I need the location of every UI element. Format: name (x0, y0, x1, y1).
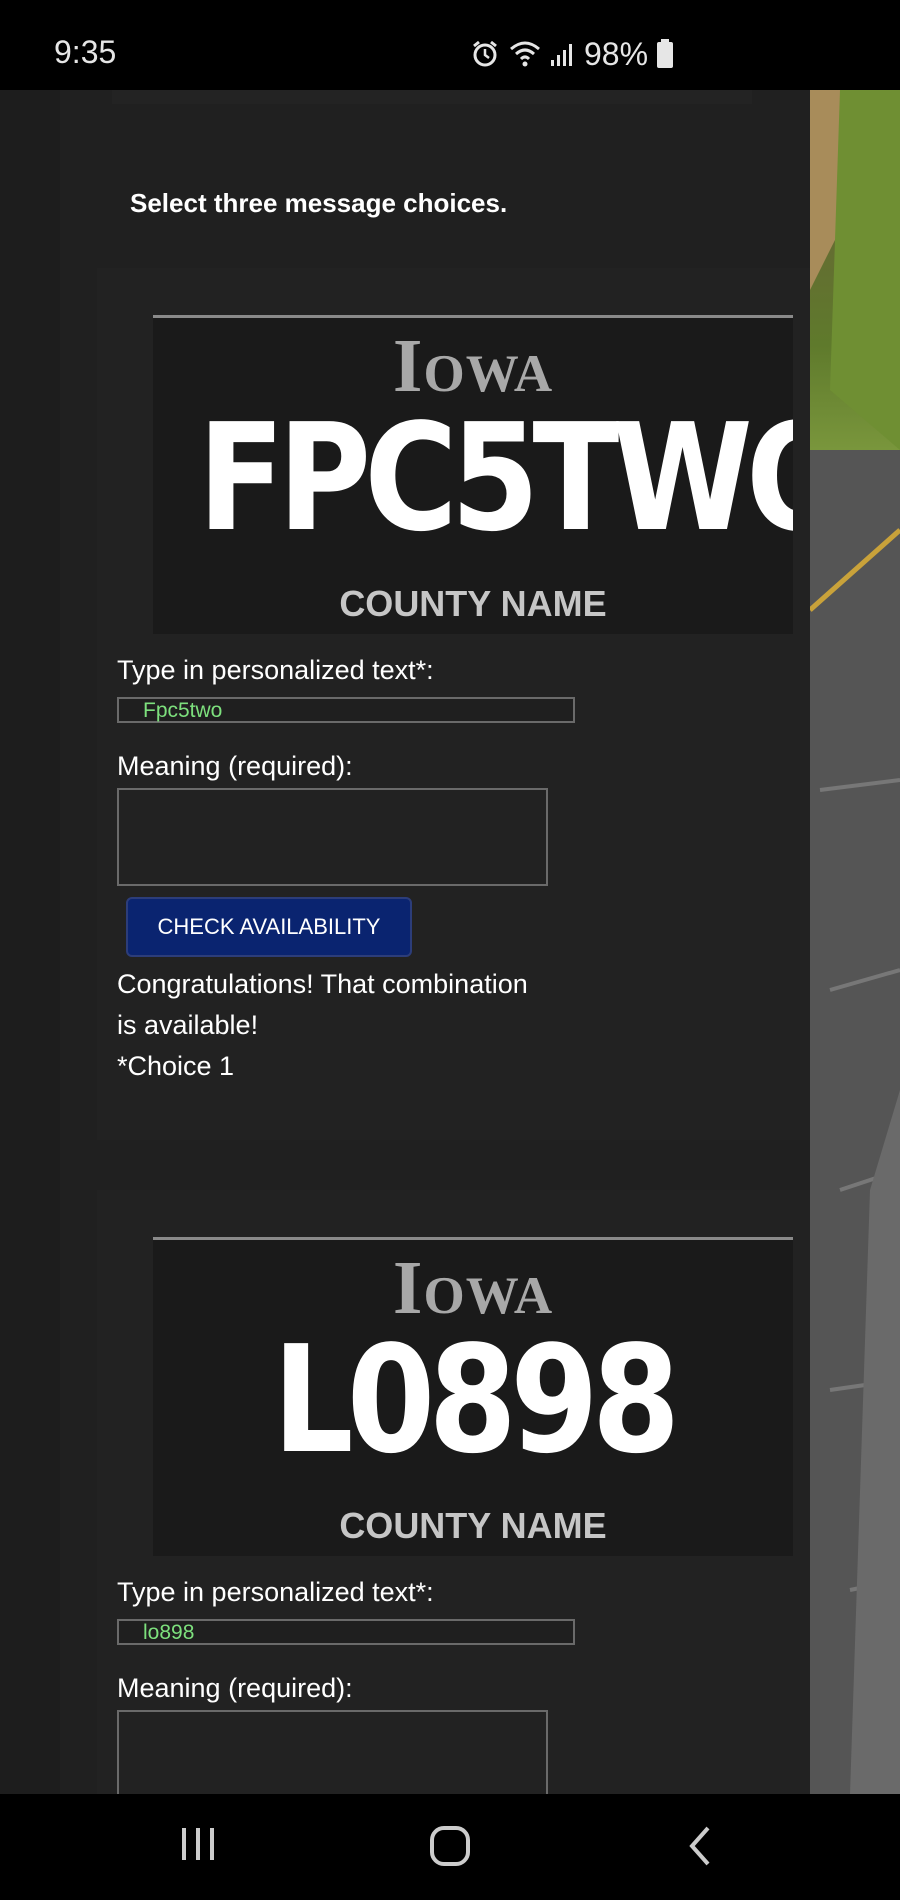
personalized-text-label: Type in personalized text*: (117, 1577, 434, 1607)
wifi-icon (508, 39, 542, 69)
choice-label: *Choice 1 (117, 1051, 235, 1081)
alarm-icon (470, 39, 500, 69)
personalized-text-input[interactable]: Fpc5two (117, 697, 575, 723)
background-photo (810, 90, 900, 1794)
back-icon[interactable] (686, 1824, 716, 1873)
availability-message: Congratulations! That combination is ava… (117, 964, 597, 1087)
battery-icon (656, 39, 674, 69)
plate-preview: Iowa FPC5TWO COUNTY NAME (153, 315, 793, 634)
status-time: 9:35 (54, 34, 117, 70)
personalized-text-label: Type in personalized text*: (117, 655, 434, 685)
navigation-bar (0, 1794, 900, 1900)
check-availability-button[interactable]: CHECK AVAILABILITY (126, 897, 412, 957)
meaning-label: Meaning (required): (117, 1673, 353, 1703)
availability-message-line: Congratulations! That combination (117, 969, 528, 999)
availability-message-line: is available! (117, 1010, 259, 1040)
plate-number: FPC5TWO (197, 392, 793, 564)
plate-county: COUNTY NAME (339, 583, 607, 624)
meaning-input[interactable] (117, 788, 548, 886)
recent-apps-icon[interactable] (178, 1824, 218, 1869)
status-icons: 98% (470, 34, 674, 74)
status-bar: 9:35 98% (0, 0, 900, 90)
battery-percent: 98% (584, 35, 649, 72)
personalized-text-input[interactable]: lo898 (117, 1619, 575, 1645)
header-strip (112, 90, 752, 104)
page-instruction: Select three message choices. (130, 188, 508, 218)
signal-icon (550, 40, 576, 68)
home-icon[interactable] (428, 1824, 472, 1873)
plate-county: COUNTY NAME (339, 1505, 607, 1546)
meaning-label: Meaning (required): (117, 751, 353, 781)
plate-preview: Iowa L0898 COUNTY NAME (153, 1237, 793, 1556)
plate-number: L0898 (272, 1314, 681, 1486)
